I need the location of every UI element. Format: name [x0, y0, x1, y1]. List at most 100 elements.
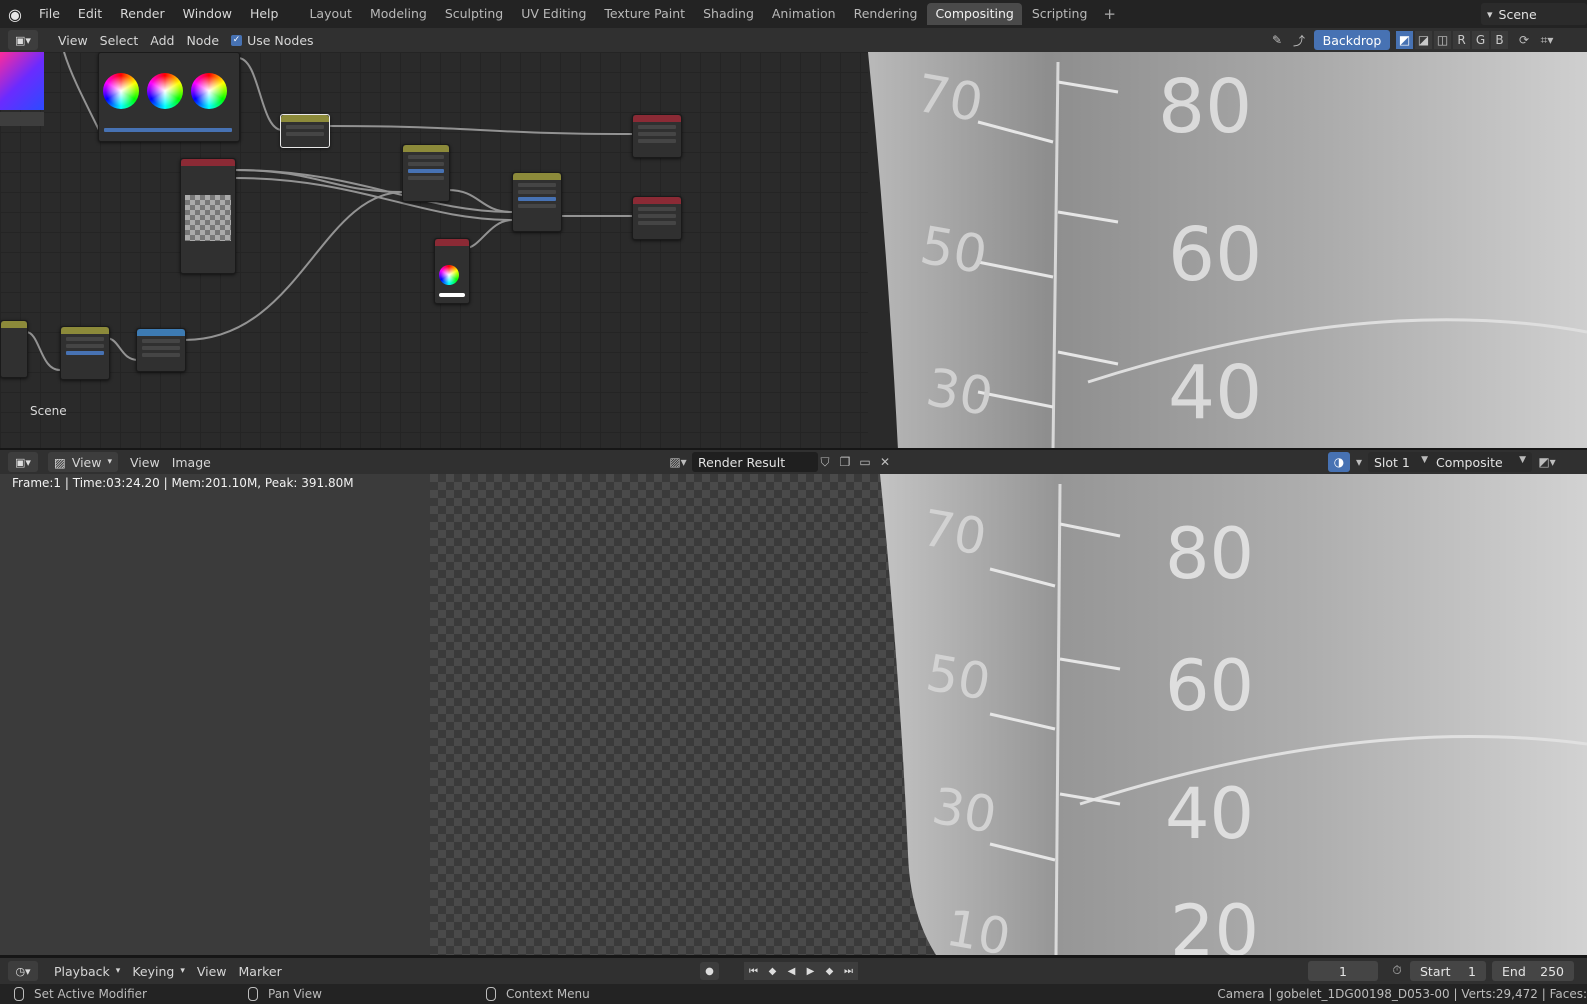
pass-dropdown[interactable]: Composite ▼: [1430, 452, 1532, 472]
fake-user-shield-icon[interactable]: ⛉: [816, 452, 834, 472]
stopwatch-icon[interactable]: ⏱: [1388, 960, 1406, 980]
timeline-menu-playback[interactable]: Playback ▾: [48, 961, 126, 981]
power-color-wheel[interactable]: [147, 73, 183, 109]
image-node[interactable]: [180, 158, 236, 274]
green-channel-button[interactable]: G: [1472, 31, 1489, 49]
tab-modeling[interactable]: Modeling: [362, 3, 435, 25]
chevron-down-icon: ▾: [180, 966, 185, 976]
image-editor-canvas[interactable]: 80 60 40 20 70 50 30 10 Frame:1 | Time:0…: [0, 474, 1587, 955]
fac-slider[interactable]: [104, 128, 232, 132]
slot-chevron-icon: ▼: [1421, 455, 1428, 465]
image-menu-view[interactable]: View: [124, 452, 166, 472]
parent-node-icon[interactable]: ⤴: [1290, 30, 1308, 50]
grid-snap-icon[interactable]: ⌗▾: [1538, 30, 1556, 50]
status-info: Camera | gobelet_1DG00198_D053-00 | Vert…: [1217, 987, 1587, 1001]
tab-scripting[interactable]: Scripting: [1024, 3, 1096, 25]
timeline-menu-marker[interactable]: Marker: [233, 961, 288, 981]
tab-sculpting[interactable]: Sculpting: [437, 3, 511, 25]
red-channel-button[interactable]: R: [1453, 31, 1470, 49]
alpha-over-node[interactable]: [402, 144, 450, 202]
status-left-text: Set Active Modifier: [34, 987, 147, 1001]
end-frame-field[interactable]: End 250: [1492, 961, 1574, 981]
node-menu-select[interactable]: Select: [94, 30, 145, 50]
blender-logo-icon[interactable]: ◉: [0, 0, 30, 28]
color-alpha-channel-icon[interactable]: ◩: [1396, 31, 1413, 49]
render-result-image: 80 60 40 20 70 50 30 10: [880, 474, 1587, 955]
set-alpha-node[interactable]: [136, 328, 186, 372]
tab-shading[interactable]: Shading: [695, 3, 762, 25]
backdrop-button[interactable]: Backdrop: [1314, 30, 1390, 50]
alpha-over-node-2[interactable]: [512, 172, 562, 232]
display-channels-icon[interactable]: ◩▾: [1534, 452, 1560, 472]
color-channel-icon[interactable]: ◪: [1415, 31, 1432, 49]
next-keyframe-icon[interactable]: ◆: [820, 962, 839, 980]
rgb-color-wheel[interactable]: [439, 265, 459, 285]
tab-texture-paint[interactable]: Texture Paint: [596, 3, 693, 25]
view-mode-dropdown[interactable]: ▨ View ▾: [48, 452, 119, 472]
mouse-left-icon: [14, 987, 24, 1001]
start-value: 1: [1468, 963, 1476, 979]
record-icon[interactable]: ●: [700, 962, 719, 980]
scene-selector[interactable]: ▾ Scene: [1481, 3, 1587, 25]
render-layers-node[interactable]: [0, 320, 28, 378]
scene-name: Scene: [1498, 6, 1537, 22]
color-picker-swatch[interactable]: [0, 52, 44, 110]
alpha-channel-icon[interactable]: ◫: [1434, 31, 1451, 49]
node-menu-add[interactable]: Add: [144, 30, 180, 50]
timeline-header: ◷▾ Playback ▾ Keying ▾ View Marker ● ⏮ ◆…: [0, 958, 1587, 984]
composite-node[interactable]: [632, 196, 682, 240]
offset-color-wheel[interactable]: [103, 73, 139, 109]
image-editor-header: ▣▾ ▨ View ▾ View Image ▨▾ Render Result …: [0, 450, 1587, 474]
render-tick-80: 80: [1165, 513, 1254, 595]
menu-file[interactable]: File: [30, 0, 69, 28]
tab-rendering[interactable]: Rendering: [846, 3, 926, 25]
prev-keyframe-icon[interactable]: ◆: [763, 962, 782, 980]
use-nodes-toggle[interactable]: ✓ Use Nodes: [225, 30, 319, 50]
viewer-node[interactable]: [632, 114, 682, 158]
slot-dropdown[interactable]: Slot 1 ▼: [1368, 452, 1434, 472]
slope-color-wheel[interactable]: [191, 73, 227, 109]
check-icon: ✓: [231, 34, 243, 46]
play-reverse-icon[interactable]: ◀: [782, 962, 801, 980]
jump-end-icon[interactable]: ⏭: [839, 962, 858, 980]
image-menu-image[interactable]: Image: [166, 452, 217, 472]
blue-channel-button[interactable]: B: [1491, 31, 1508, 49]
tab-uv-editing[interactable]: UV Editing: [513, 3, 594, 25]
start-frame-field[interactable]: Start 1: [1410, 961, 1486, 981]
menu-help[interactable]: Help: [241, 0, 288, 28]
editor-type-icon[interactable]: ▣▾: [8, 30, 38, 50]
invert-node[interactable]: [60, 326, 110, 380]
exposure-node[interactable]: [280, 114, 330, 148]
open-image-icon[interactable]: ▭: [856, 452, 874, 472]
tab-compositing[interactable]: Compositing: [927, 3, 1022, 25]
snap-icon[interactable]: ⟳: [1515, 30, 1533, 50]
menu-render[interactable]: Render: [111, 0, 174, 28]
current-frame-field[interactable]: 1: [1308, 961, 1378, 981]
jump-start-icon[interactable]: ⏮: [744, 962, 763, 980]
menu-window[interactable]: Window: [174, 0, 241, 28]
overlay-options-icon[interactable]: ▾: [1350, 452, 1368, 472]
status-right: Context Menu: [486, 987, 590, 1001]
pin-icon[interactable]: ✎: [1268, 30, 1286, 50]
node-editor-canvas[interactable]: 80 60 40 70 50 30 Scene: [0, 52, 1587, 450]
tab-animation[interactable]: Animation: [764, 3, 844, 25]
color-balance-node[interactable]: [98, 52, 240, 142]
timeline-menu-keying[interactable]: Keying ▾: [126, 961, 191, 981]
new-image-icon[interactable]: ❐: [836, 452, 854, 472]
tab-layout[interactable]: Layout: [301, 3, 360, 25]
timeline-editor-type-icon[interactable]: ◷▾: [8, 961, 38, 981]
overlay-toggle-icon[interactable]: ◑: [1328, 452, 1350, 472]
image-browse-icon[interactable]: ▨▾: [666, 452, 690, 472]
close-icon[interactable]: ✕: [876, 452, 894, 472]
menu-edit[interactable]: Edit: [69, 0, 111, 28]
play-icon[interactable]: ▶: [801, 962, 820, 980]
image-editor-type-icon[interactable]: ▣▾: [8, 452, 38, 472]
node-menu-node[interactable]: Node: [180, 30, 225, 50]
node-menu-view[interactable]: View: [52, 30, 94, 50]
render-tick-60: 60: [1165, 645, 1254, 727]
timeline-menu-view[interactable]: View: [191, 961, 233, 981]
image-name-field[interactable]: Render Result: [692, 452, 818, 472]
playback-label: Playback: [54, 963, 110, 979]
add-workspace-button[interactable]: +: [1097, 3, 1122, 25]
rgb-node[interactable]: [434, 238, 470, 304]
